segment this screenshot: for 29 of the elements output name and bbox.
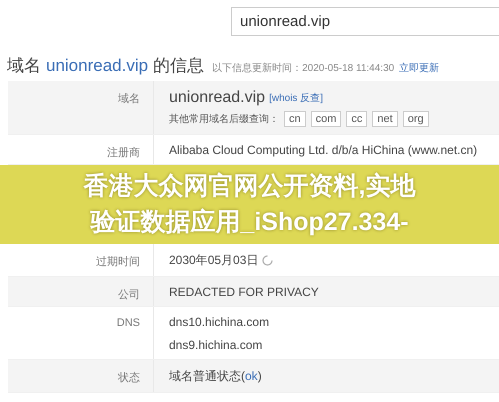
field-label: 域名 — [118, 92, 140, 106]
suffix-label: 其他常用域名后缀查询： — [169, 112, 279, 126]
whois-lookup-link[interactable]: [whois 反查] — [269, 91, 323, 105]
search-field[interactable]: unionread.vip — [231, 7, 499, 36]
refresh-link[interactable]: 立即更新 — [399, 61, 440, 75]
heading-label: 的信息 — [153, 55, 204, 77]
field-value: 域名普通状态(ok) — [169, 368, 262, 385]
field-label: 注册商 — [107, 146, 140, 160]
field-label: 公司 — [118, 288, 140, 302]
field-value: REDACTED FOR PRIVACY — [169, 285, 319, 299]
field-label: 状态 — [118, 370, 140, 385]
banner-title: 验证数据应用_iShop27.334- — [90, 207, 409, 238]
heading-domain: unionread.vip — [46, 56, 148, 76]
field-label: DNS — [116, 317, 140, 329]
update-time: 以下信息更新时间：2020-05-18 11:44:30 — [212, 62, 394, 75]
suffix-button[interactable]: cc — [346, 111, 368, 127]
suffix-button[interactable]: cn — [284, 111, 306, 127]
field-value: 2030年05月03日 — [169, 252, 258, 269]
domain-name: unionread.vip — [169, 89, 266, 107]
suffix-button[interactable]: com — [310, 111, 342, 127]
status-link[interactable]: ok — [245, 369, 258, 383]
banner-title: 香港大众网官网公开资料,实地 — [84, 171, 416, 202]
field-value: dns9.hichina.com — [169, 338, 264, 352]
field-value: dns10.hichina.com — [169, 315, 270, 329]
heading-label: 域名 — [7, 55, 41, 77]
field-value: Alibaba Cloud Computing Ltd. d/b/a HiChina (www.net.cn) — [169, 143, 478, 157]
field-label: 过期时间 — [96, 255, 140, 269]
suffix-button[interactable]: net — [372, 111, 398, 127]
suffix-button[interactable]: org — [402, 111, 429, 127]
